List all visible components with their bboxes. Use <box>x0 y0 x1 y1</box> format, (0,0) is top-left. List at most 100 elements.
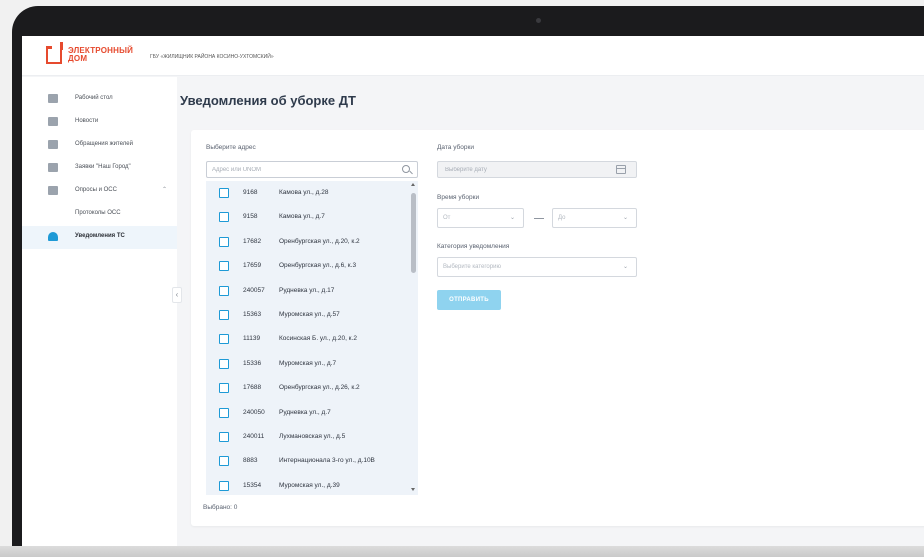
chevron-down-icon: ⌄ <box>509 215 515 221</box>
category-placeholder: Выберите категорию <box>443 264 501 270</box>
list-item[interactable]: 9168 Камова ул., д.28 <box>206 181 408 205</box>
list-item[interactable]: 8883 Интернационала 3-го ул., д.10В <box>206 449 408 473</box>
scroll-thumb[interactable] <box>411 193 416 273</box>
address-unom: 240050 <box>243 408 265 416</box>
time-to-placeholder: До <box>558 215 566 221</box>
address-unom: 15336 <box>243 359 262 367</box>
logo-line2: ДОМ <box>68 54 88 63</box>
time-from-select[interactable]: От ⌄ <box>437 208 524 228</box>
address-checkbox[interactable] <box>219 334 229 345</box>
address-checkbox[interactable] <box>219 383 229 394</box>
address-text: Лухмановская ул., д.5 <box>279 433 346 440</box>
sidebar-item-polls[interactable]: Опросы и ОСС ⌃ <box>22 180 177 203</box>
category-select[interactable]: Выберите категорию ⌄ <box>437 257 637 277</box>
org-name: ГБУ «ЖИЛИЩНИК РАЙОНА КОСИНО-УХТОМСКИЙ» <box>150 54 274 60</box>
sidebar-item-label: Новости <box>75 118 99 124</box>
time-to-select[interactable]: До ⌄ <box>552 208 637 228</box>
address-checkbox[interactable] <box>219 480 229 491</box>
top-header: ЭЛЕКТРОННЫЙ ДОМ ГБУ «ЖИЛИЩНИК РАЙОНА КОС… <box>22 36 924 76</box>
list-item[interactable]: 240011 Лухмановская ул., д.5 <box>206 425 408 449</box>
scroll-down-icon[interactable] <box>411 488 415 491</box>
address-unom: 9158 <box>243 213 258 221</box>
laptop-mockup: ЭЛЕКТРОННЫЙ ДОМ ГБУ «ЖИЛИЩНИК РАЙОНА КОС… <box>0 0 924 557</box>
address-unom: 8883 <box>243 457 258 465</box>
address-checkbox[interactable] <box>219 310 229 320</box>
address-list: 9168 Камова ул., д.28 9158 Камова ул., д.7 1… <box>206 181 418 495</box>
address-text: Рудневка ул., д.7 <box>279 408 331 416</box>
laptop-base <box>0 546 924 557</box>
sidebar-item-dashboard[interactable]: Рабочий стол <box>22 88 177 111</box>
chevron-up-icon: ⌃ <box>162 187 168 193</box>
time-from-placeholder: От <box>443 215 451 221</box>
list-item[interactable]: 17682 Оренбургская ул., д.20, к.2 <box>206 230 408 254</box>
category-label: Категория уведомления <box>437 243 510 250</box>
address-search <box>206 161 418 178</box>
address-unom: 9168 <box>243 189 258 196</box>
list-item[interactable]: 17659 Оренбургская ул., д.6, к.3 <box>206 254 408 278</box>
list-item[interactable]: 15336 Муромская ул., д.7 <box>206 352 408 376</box>
list-item[interactable]: 11139 Косинская Б. ул., д.20, к.2 <box>206 327 408 351</box>
list-scrollbar[interactable] <box>409 181 418 495</box>
form-card: Выберите адрес 9168 Камова ул., д.28 9158 К… <box>191 130 924 526</box>
address-text: Рудневка ул., д.17 <box>279 286 335 294</box>
news-icon <box>48 117 58 126</box>
sidebar-item-label: Заявки "Наш Город" <box>75 164 131 170</box>
sidebar-item-news[interactable]: Новости <box>22 111 177 134</box>
address-checkbox[interactable] <box>219 358 229 369</box>
address-text: Камова ул., д.7 <box>279 213 325 221</box>
chevron-down-icon: ⌄ <box>622 264 628 270</box>
address-text: Оренбургская ул., д.26, к.2 <box>279 384 360 392</box>
selected-count: Выбрано: 0 <box>203 504 238 511</box>
range-dash <box>534 218 544 220</box>
logo[interactable]: ЭЛЕКТРОННЫЙ ДОМ <box>68 47 133 63</box>
address-checkbox[interactable] <box>219 236 229 247</box>
address-unom: 15363 <box>243 311 262 318</box>
scroll-up-icon[interactable] <box>411 183 415 186</box>
list-item[interactable]: 15363 Муромская ул., д.57 <box>206 303 408 327</box>
address-checkbox[interactable] <box>219 212 229 223</box>
camera-dot <box>536 18 541 23</box>
logo-icon <box>45 42 63 64</box>
collapse-sidebar-button[interactable]: ‹ <box>172 287 182 303</box>
chevron-down-icon: ⌄ <box>622 215 628 221</box>
app-screen: ЭЛЕКТРОННЫЙ ДОМ ГБУ «ЖИЛИЩНИК РАЙОНА КОС… <box>22 36 924 548</box>
address-unom: 15354 <box>243 481 262 489</box>
address-text: Муромская ул., д.7 <box>279 359 337 367</box>
calendar-icon[interactable] <box>616 165 626 174</box>
time-label: Время уборки <box>437 194 480 201</box>
address-label: Выберите адрес <box>206 144 256 151</box>
sidebar-item-requests[interactable]: Заявки "Наш Город" <box>22 157 177 180</box>
list-item[interactable]: 15354 Муромская ул., д.39 <box>206 474 408 495</box>
sidebar-item-appeals[interactable]: Обращения жителей <box>22 134 177 157</box>
bell-icon <box>48 232 58 241</box>
submit-button[interactable]: ОТПРАВИТЬ <box>437 290 501 310</box>
search-input[interactable] <box>212 165 392 175</box>
search-icon[interactable] <box>402 165 410 173</box>
list-item[interactable]: 240050 Рудневка ул., д.7 <box>206 401 408 425</box>
date-input[interactable] <box>445 165 605 175</box>
address-text: Камова ул., д.28 <box>279 189 329 196</box>
address-checkbox[interactable] <box>219 432 229 442</box>
sidebar-item-label: Рабочий стол <box>75 95 113 101</box>
address-text: Оренбургская ул., д.6, к.3 <box>279 262 357 270</box>
list-item[interactable]: 9158 Камова ул., д.7 <box>206 205 408 229</box>
list-item[interactable]: 240057 Рудневка ул., д.17 <box>206 279 408 303</box>
address-checkbox[interactable] <box>219 407 229 418</box>
sidebar: Рабочий стол Новости Обращения жителей З… <box>22 77 182 548</box>
address-unom: 11139 <box>243 335 261 343</box>
address-checkbox[interactable] <box>219 188 229 198</box>
sidebar-item-label: Уведомления ТС <box>75 233 125 239</box>
address-text: Косинская Б. ул., д.20, к.2 <box>279 335 357 343</box>
list-item[interactable]: 17688 Оренбургская ул., д.26, к.2 <box>206 376 408 400</box>
address-unom: 240011 <box>243 433 265 440</box>
sidebar-item-notifications[interactable]: Уведомления ТС <box>22 226 177 249</box>
date-label: Дата уборки <box>437 144 474 151</box>
address-unom: 240057 <box>243 286 265 294</box>
date-picker <box>437 161 637 178</box>
sidebar-item-protocols[interactable]: Протоколы ОСС <box>22 203 177 226</box>
address-checkbox[interactable] <box>219 456 229 467</box>
dashboard-icon <box>48 94 58 103</box>
residents-icon <box>48 140 58 149</box>
address-checkbox[interactable] <box>219 261 229 272</box>
address-checkbox[interactable] <box>219 285 229 296</box>
